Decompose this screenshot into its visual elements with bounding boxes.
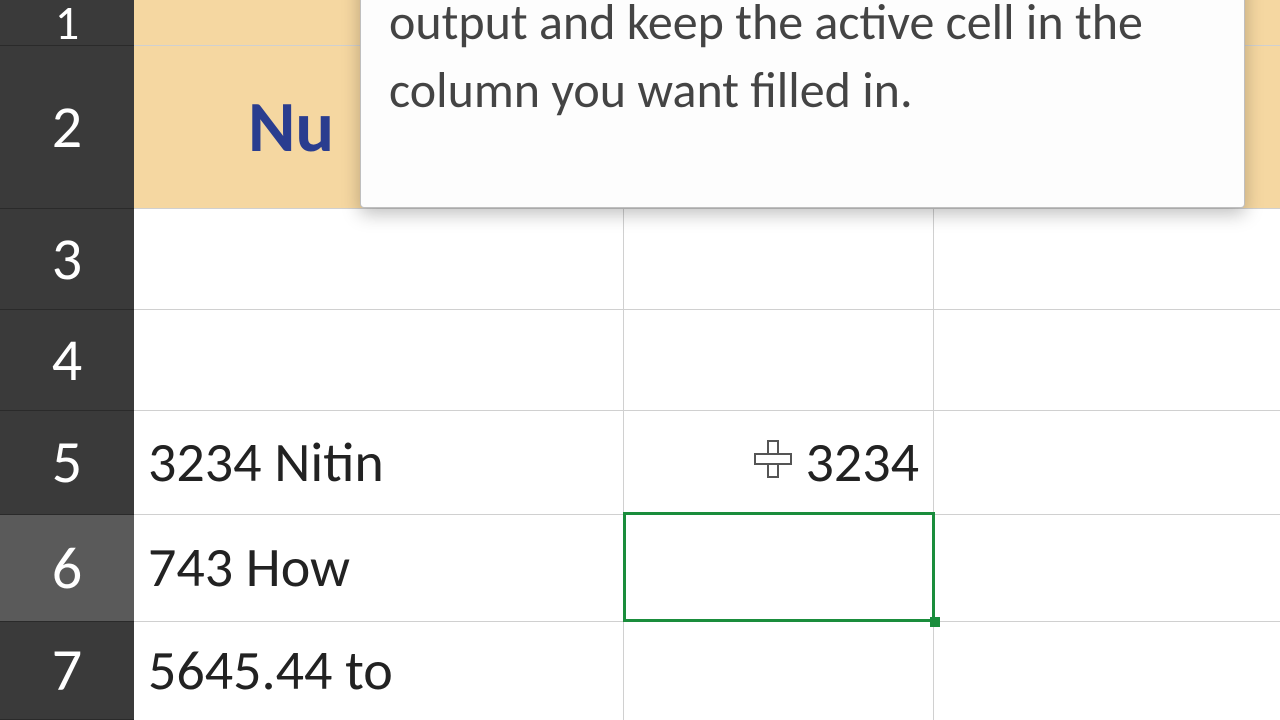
cell-A7[interactable]: 5645.44 to	[134, 622, 624, 720]
cell-A6[interactable]: 743 How	[134, 515, 624, 622]
row-header-2[interactable]: 2	[0, 46, 134, 209]
cell-C4[interactable]	[934, 310, 1280, 411]
cell-A6-value: 743 How	[148, 534, 350, 602]
flash-fill-tooltip: output and keep the active cell in the c…	[360, 0, 1245, 208]
header-title-partial: Nu	[248, 83, 334, 171]
spreadsheet-view: 1 2 3 4 5 6 7 Nu 3234 Nitin 3234	[0, 0, 1280, 720]
tooltip-text: output and keep the active cell in the c…	[389, 0, 1143, 121]
cell-C3[interactable]	[934, 209, 1280, 310]
cell-A4[interactable]	[134, 310, 624, 411]
cell-B6[interactable]	[624, 515, 934, 622]
cell-C5[interactable]	[934, 411, 1280, 515]
cell-A3[interactable]	[134, 209, 624, 310]
cell-B3[interactable]	[624, 209, 934, 310]
cell-B7[interactable]	[624, 622, 934, 720]
cell-B5-value: 3234	[805, 429, 919, 497]
row-header-1[interactable]: 1	[0, 0, 134, 46]
cell-B4[interactable]	[624, 310, 934, 411]
row-header-6[interactable]: 6	[0, 515, 134, 622]
fill-handle[interactable]	[930, 617, 940, 627]
cell-A7-value: 5645.44 to	[148, 637, 393, 705]
row-header-3[interactable]: 3	[0, 209, 134, 310]
cell-C7[interactable]	[934, 622, 1280, 720]
row-header-7[interactable]: 7	[0, 622, 134, 720]
cell-A5[interactable]: 3234 Nitin	[134, 411, 624, 515]
cell-A5-value: 3234 Nitin	[148, 429, 384, 497]
row-header-4[interactable]: 4	[0, 310, 134, 411]
row-header-5[interactable]: 5	[0, 411, 134, 515]
cell-C6[interactable]	[934, 515, 1280, 622]
row-header-column: 1 2 3 4 5 6 7	[0, 0, 134, 720]
cell-B5[interactable]: 3234	[624, 411, 934, 515]
